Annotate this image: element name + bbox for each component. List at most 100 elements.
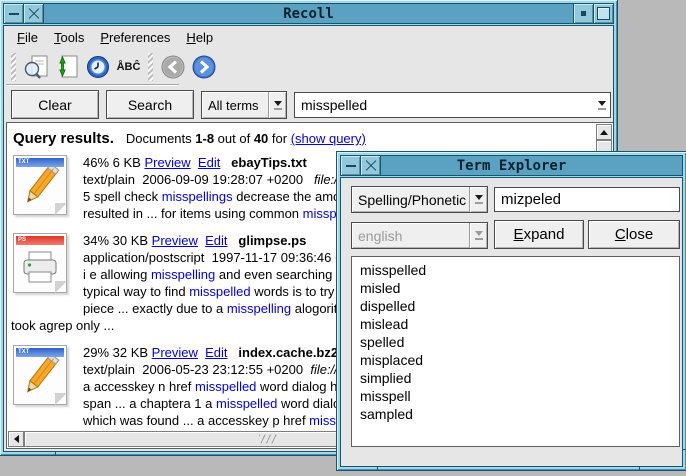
text-segment: words is to try ... [251,284,349,299]
search-entry-combo[interactable]: misspelled [294,92,611,118]
text-segment: resulted in ... for items using common [83,206,303,221]
term-list-item[interactable]: simplied [360,369,671,387]
combo-arrow[interactable] [268,92,286,118]
text-segment: which was found ... a accesskey p href [83,413,309,428]
close-dialog-button[interactable]: Close [588,220,680,249]
sort-by-date-icon[interactable] [84,54,111,81]
edit-link[interactable]: Edit [198,155,220,170]
text-segment: application/postscript 1997-11-17 09:36:… [83,250,343,265]
maximize-icon [597,7,610,20]
menu-help[interactable]: Help [178,27,221,47]
maximize-button[interactable] [593,4,613,23]
term-list-item[interactable]: misspell [360,387,671,405]
combo-arrow[interactable] [593,93,610,117]
close-button[interactable] [24,4,44,23]
text-segment: 34% 30 KB [83,233,152,248]
results-title: Query results. [13,130,114,147]
expansion-mode-combo[interactable]: Spelling/Phonetic [351,186,488,213]
term-list-item[interactable]: dispelled [360,297,671,315]
window-menu-button[interactable] [4,4,24,23]
menu-tools[interactable]: Tools [46,27,92,47]
close-icon [28,8,40,20]
term-explorer-titlebar[interactable]: Term Explorer [340,155,683,176]
forward-icon[interactable] [190,54,217,81]
text-segment: 1-8 [195,131,214,146]
results-summary: Documents 1-8 out of 40 for (show query) [126,131,366,146]
language-combo: english [351,222,488,249]
text-segment: glimpse.ps [238,233,306,248]
search-mode-combo[interactable]: All terms [201,91,287,119]
file-icon-header: TXT [16,158,64,167]
text-segment: decrease the amou [233,189,348,204]
text-segment: piece ... exactly due to a [83,301,227,316]
search-button[interactable]: Search [106,90,194,119]
text-segment: ebayTips.txt [231,155,307,170]
highlighted-term: misspellings [162,189,233,204]
chevron-down-icon [475,195,483,200]
page-fold [55,203,67,215]
combo-arrow-bar [475,238,483,240]
edit-link[interactable]: Edit [205,233,227,248]
term-explorer-body: Spelling/Phonetic english Expand Close m… [340,177,683,467]
text-segment [191,155,198,170]
expand-button[interactable]: Expand [494,220,584,249]
combo-arrow[interactable] [469,187,487,212]
edit-link[interactable]: Edit [205,345,227,360]
term-explorer-abc-icon[interactable]: ÅBĈ [115,54,142,81]
file-icon-header: TXT [16,348,64,357]
file-type-icon-txt[interactable]: TXT [13,155,67,215]
text-segment: text/plain 2006-05-23 23:12:55 +0200 [83,362,310,377]
file-icon-header: PS [16,236,64,245]
preview-link[interactable]: Preview [144,155,190,170]
text-segment: 40 [254,131,268,146]
highlighted-term: misspelled [195,379,256,394]
update-index-icon[interactable] [53,54,80,81]
page-fold [55,281,67,293]
menu-preferences[interactable]: Preferences [92,27,178,47]
arrow-up-icon [600,130,608,135]
window-menu-button[interactable] [341,156,361,175]
term-explorer-window: Term Explorer Spelling/Phonetic english … [337,152,686,470]
back-icon[interactable] [159,54,186,81]
text-segment [220,155,231,170]
main-titlebar[interactable]: Recoll [3,3,614,24]
results-header: Query results. Documents 1-8 out of 40 f… [8,124,596,150]
search-entry-value[interactable]: misspelled [295,93,593,117]
window-menu-icon [346,165,356,167]
titlebar-spacer [381,156,682,175]
term-list-item[interactable]: sampled [360,405,671,423]
highlighted-term: misspelled [189,284,250,299]
text-segment: 46% 6 KB [83,155,144,170]
text-segment: typical way to find [83,284,189,299]
preview-link[interactable]: Preview [152,233,198,248]
term-list-item[interactable]: misled [360,279,671,297]
toolbar-drag-handle[interactable] [148,53,153,81]
scroll-left-button[interactable] [8,431,24,447]
scroll-up-button[interactable] [596,124,612,140]
shade-button[interactable] [573,4,593,23]
frame-notch [55,452,56,455]
show-query-link[interactable]: (show query) [291,131,366,146]
clear-button[interactable]: Clear [11,90,99,119]
clear-search-icon[interactable] [22,54,49,81]
toolbar-drag-handle[interactable] [11,53,16,81]
file-type-icon-txt[interactable]: TXT [13,345,67,405]
term-list-item[interactable]: mislead [360,315,671,333]
term-input[interactable] [494,187,680,212]
combo-arrow [469,223,487,248]
highlighted-term: misspelling [227,301,291,316]
combo-arrow-bar [274,108,282,110]
close-button[interactable] [361,156,381,175]
toolbar: ÅBĈ [4,48,613,86]
text-segment: 29% 32 KB [83,345,152,360]
combo-arrow-bar [598,108,606,110]
term-list-item[interactable]: misplaced [360,351,671,369]
menubar: FileToolsPreferencesHelp [4,26,613,48]
chevron-down-icon [274,101,282,106]
text-segment [228,233,239,248]
preview-link[interactable]: Preview [152,345,198,360]
term-list-item[interactable]: misspelled [360,261,671,279]
menu-file[interactable]: File [9,27,46,47]
file-type-icon-ps[interactable]: PS [13,233,67,293]
term-list-item[interactable]: spelled [360,333,671,351]
